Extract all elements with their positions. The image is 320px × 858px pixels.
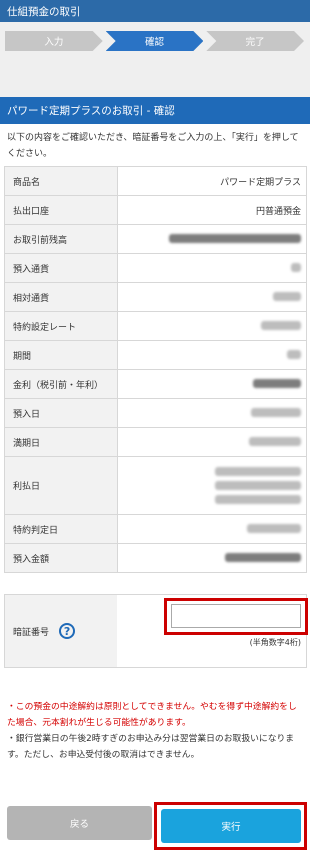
back-button[interactable]: 戻る — [7, 806, 152, 840]
step-input: 入力 — [5, 31, 103, 51]
step-confirm: 確認 — [106, 31, 204, 51]
info-note: ・銀行営業日の午後2時すぎのお申込み分は翌営業日のお取扱いになります。ただし、お… — [7, 734, 295, 760]
special-judgement-label: 特約判定日 — [4, 514, 118, 544]
deposit-currency-redacted — [291, 263, 301, 272]
button-bar: 戻る 実行 — [0, 802, 310, 858]
table-row: お取引前残高 — [4, 224, 307, 254]
balance-redacted — [169, 234, 301, 243]
deposit-currency-label: 預入通貨 — [4, 253, 118, 283]
pin-label: 暗証番号 — [13, 627, 50, 638]
step-indicator: 入力 確認 完了 — [0, 22, 310, 97]
interest-payment-redacted-2 — [215, 481, 301, 490]
table-row: 払出口座 円普通預金 — [4, 195, 307, 225]
deposit-amount-redacted — [225, 553, 301, 562]
pin-label-cell: 暗証番号 ? — [5, 595, 117, 667]
help-icon[interactable]: ? — [59, 623, 76, 639]
deposit-amount-label: 預入金額 — [4, 543, 118, 573]
term-redacted — [287, 350, 301, 359]
special-rate-label: 特約設定レート — [4, 311, 118, 341]
table-row: 預入通貨 — [4, 253, 307, 283]
page-header: 仕組預金の取引 — [0, 0, 310, 22]
term-label: 期間 — [4, 340, 118, 370]
interest-payment-dates — [119, 467, 301, 504]
table-row: 期間 — [4, 340, 307, 370]
pin-hint: (半角数字4桁) — [249, 638, 301, 647]
execute-button[interactable]: 実行 — [161, 809, 301, 843]
interest-payment-label: 利払日 — [4, 456, 118, 515]
product-value: パワード定期プラス — [117, 166, 307, 196]
deposit-date-redacted — [251, 408, 301, 417]
account-label: 払出口座 — [4, 195, 118, 225]
interest-redacted — [253, 379, 301, 388]
section-title: パワード定期プラスのお取引 - 確認 — [0, 97, 310, 124]
page-title: 仕組預金の取引 — [7, 5, 81, 18]
pin-section: 暗証番号 ? (半角数字4桁) — [4, 594, 308, 668]
pin-input[interactable] — [171, 604, 301, 628]
table-row: 預入金額 — [4, 543, 307, 573]
table-row: 満期日 — [4, 427, 307, 457]
special-judgement-redacted — [247, 524, 301, 533]
step-complete: 完了 — [206, 31, 304, 51]
table-row: 商品名 パワード定期プラス — [4, 166, 307, 196]
maturity-date-redacted — [249, 437, 301, 446]
table-row: 相対通貨 — [4, 282, 307, 312]
account-value: 円普通預金 — [117, 195, 307, 225]
maturity-date-label: 満期日 — [4, 427, 118, 457]
table-row: 金利（税引前・年利） — [4, 369, 307, 399]
notes: ・この預金の中途解約は原則としてできません。やむを得ず中途解約をした場合、元本割… — [0, 699, 310, 763]
interest-payment-redacted-1 — [215, 467, 301, 476]
table-row: 利払日 — [4, 456, 307, 515]
table-row: 特約設定レート — [4, 311, 307, 341]
table-row: 特約判定日 — [4, 514, 307, 544]
balance-label: お取引前残高 — [4, 224, 118, 254]
counter-currency-label: 相対通貨 — [4, 282, 118, 312]
table-row: 預入日 — [4, 398, 307, 428]
interest-label: 金利（税引前・年利） — [4, 369, 118, 399]
warning-note: ・この預金の中途解約は原則としてできません。やむを得ず中途解約をした場合、元本割… — [7, 702, 297, 728]
intro-text: 以下の内容をご確認いただき、暗証番号をご入力の上、「実行」を押してください。 — [7, 133, 299, 159]
special-rate-redacted — [261, 321, 301, 330]
interest-payment-redacted-3 — [215, 495, 301, 504]
product-label: 商品名 — [4, 166, 118, 196]
details-table: 商品名 パワード定期プラス 払出口座 円普通預金 お取引前残高 預入通貨 相対通… — [4, 166, 307, 573]
counter-currency-redacted — [273, 292, 301, 301]
deposit-date-label: 預入日 — [4, 398, 118, 428]
